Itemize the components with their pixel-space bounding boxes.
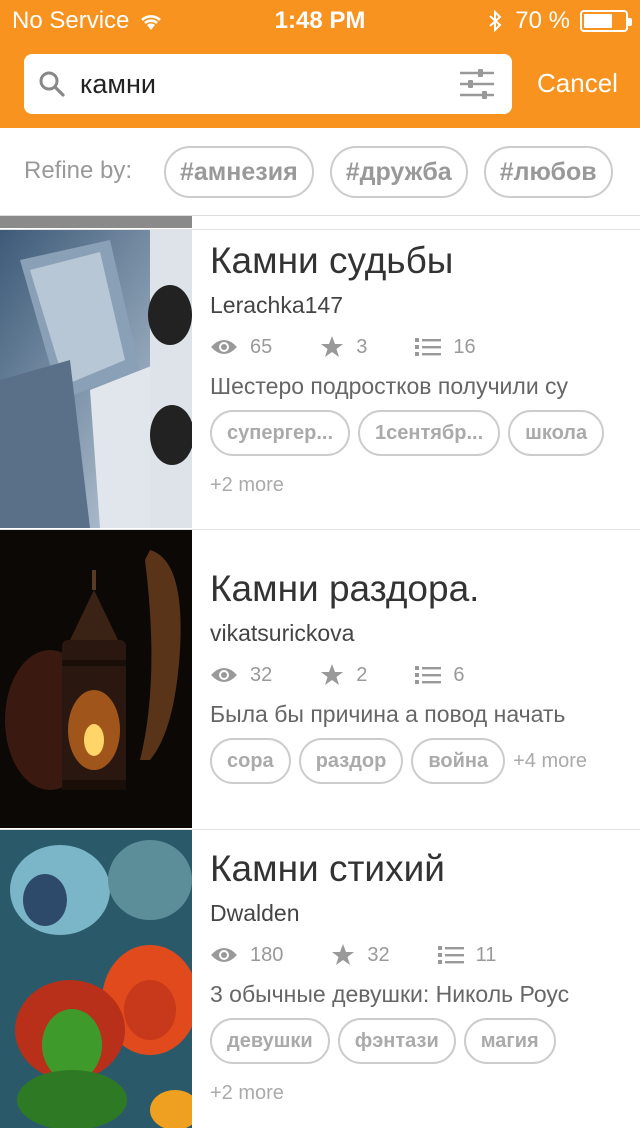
- story-tag[interactable]: раздор: [298, 738, 404, 784]
- parts-count: 11: [475, 943, 497, 966]
- reads-eye-icon: [211, 948, 237, 962]
- story-tag[interactable]: девушки: [210, 1018, 330, 1064]
- more-tags-link[interactable]: +2 more: [210, 1070, 284, 1116]
- votes-count: 3: [356, 335, 368, 358]
- reads-eye-icon: [211, 340, 237, 354]
- more-tags-link[interactable]: +2 more: [210, 462, 284, 508]
- refine-tag[interactable]: #любов: [483, 146, 613, 198]
- story-description: Шестеро подростков получили су: [210, 373, 569, 399]
- refine-bar: Refine by: #амнезия #дружба #любов: [0, 128, 640, 216]
- refine-tag[interactable]: #дружба: [329, 146, 468, 198]
- cancel-button[interactable]: Cancel: [537, 68, 618, 99]
- story-title: Камни стихий: [210, 848, 445, 889]
- story-item[interactable]: Камни раздора. vikatsurickova 32 2 6 Был…: [0, 529, 640, 829]
- bluetooth-icon: [487, 9, 503, 33]
- votes-star-icon: [321, 336, 344, 357]
- story-cover: [0, 830, 192, 1128]
- reads-count: 32: [250, 663, 273, 686]
- story-tag[interactable]: фэнтази: [337, 1018, 456, 1064]
- story-tag[interactable]: 1сентябр...: [358, 410, 501, 456]
- votes-star-icon: [321, 664, 344, 685]
- parts-list-icon: [415, 338, 442, 356]
- story-tag[interactable]: магия: [463, 1018, 556, 1064]
- previous-cover-edge: [0, 216, 192, 228]
- more-tags-link[interactable]: +4 more: [513, 738, 587, 784]
- search-icon: [39, 71, 65, 97]
- story-tag[interactable]: сора: [210, 738, 291, 784]
- parts-count: 6: [453, 663, 465, 686]
- story-description: Была бы причина а повод начать: [210, 701, 566, 727]
- story-cover: [0, 230, 192, 528]
- filter-icon[interactable]: [458, 68, 496, 100]
- battery-icon: [580, 10, 632, 32]
- story-item[interactable]: Камни судьбы Lerachka147 65 3 16 Шестеро…: [0, 229, 640, 529]
- parts-count: 16: [453, 335, 476, 358]
- story-author[interactable]: vikatsurickova: [210, 620, 640, 647]
- reads-count: 180: [250, 943, 284, 966]
- votes-count: 32: [367, 943, 390, 966]
- parts-list-icon: [415, 666, 442, 684]
- story-title: Камни раздора.: [210, 568, 480, 609]
- story-tag[interactable]: война: [411, 738, 506, 784]
- story-author[interactable]: Dwalden: [210, 900, 640, 927]
- story-author[interactable]: Lerachka147: [210, 292, 640, 319]
- status-bar: No Service 1:48 PM 70 %: [0, 0, 640, 40]
- search-box[interactable]: [24, 54, 512, 114]
- app-header: No Service 1:48 PM 70 % Cancel: [0, 0, 640, 128]
- votes-star-icon: [332, 944, 355, 965]
- story-tag[interactable]: супергер...: [210, 410, 351, 456]
- search-input[interactable]: [80, 54, 460, 114]
- story-title: Камни судьбы: [210, 240, 454, 281]
- parts-list-icon: [437, 946, 464, 964]
- story-item[interactable]: Камни стихий Dwalden 180 32 11 3 обычные…: [0, 829, 640, 1131]
- votes-count: 2: [356, 663, 368, 686]
- battery-percent: 70 %: [515, 7, 570, 34]
- refine-label: Refine by:: [24, 157, 133, 184]
- reads-count: 65: [250, 335, 273, 358]
- refine-tag[interactable]: #амнезия: [164, 146, 314, 198]
- reads-eye-icon: [211, 668, 237, 682]
- story-description: 3 обычные девушки: Николь Роус: [210, 981, 570, 1007]
- story-cover: [0, 530, 192, 828]
- story-tag[interactable]: школа: [508, 410, 605, 456]
